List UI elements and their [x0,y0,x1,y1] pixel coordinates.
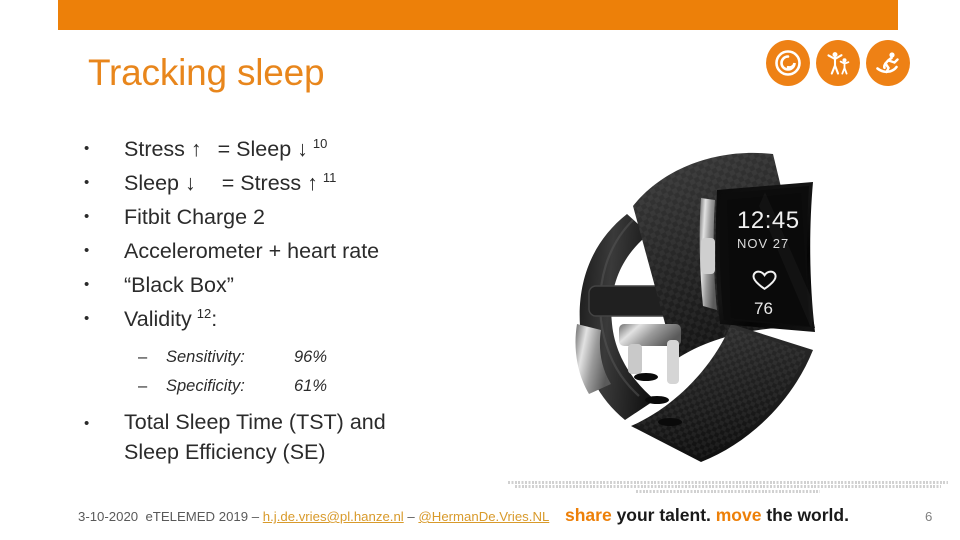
specificity-label: Specificity: [166,377,245,395]
sensitivity-value: 96% [294,348,328,366]
swirl-logo-icon [766,40,810,86]
list-item: • Fitbit Charge 2 [84,200,504,234]
bullet-marker: • [84,242,90,259]
two-figures-logo-icon [816,40,860,86]
footer-meta: 3-10-2020 eTELEMED 2019 – h.j.de.vries@p… [78,509,549,524]
footnote-ref: 12 [196,305,212,321]
footnote-ref: 10 [312,135,328,151]
bullet-text-validity: Validity 12: [124,302,504,336]
fitbit-charge-2-photo: 12:45 NOV 27 76 [515,128,945,473]
bullet-marker: • [84,174,90,191]
bullet-list: • Stress ↑ = Sleep ↓ 10 • Sleep ↓ = Stress … [84,132,504,467]
list-item: • Validity 12: [84,302,504,336]
header-orange-bar [58,0,898,30]
bullet-marker: • [84,140,90,157]
footer-email-link[interactable]: h.j.de.vries@pl.hanze.nl [263,509,404,524]
list-item: • Total Sleep Time (TST) and Sleep Effic… [84,407,504,467]
bullet-text-black-box: “Black Box” [124,273,234,297]
bullet-pre: Sleep ↓ [124,171,196,195]
list-item: – Specificity: 61% [84,372,504,401]
bullet-post: = Stress ↑ [221,171,318,195]
bullet-pre: Stress ↑ [124,137,202,161]
sub-bullet-marker: – [138,377,148,395]
bullet-colon: : [211,307,218,331]
footer-separator-2: – [407,509,415,524]
sub-bullet-list: – Sensitivity: 96% – Specificity: 61% [84,343,504,401]
list-item: • Sleep ↓ = Stress ↑ 11 [84,166,504,200]
sensitivity-label: Sensitivity: [166,348,245,366]
bullet-marker: • [84,310,90,327]
specificity-value: 61% [294,377,328,395]
bullet-marker: • [84,276,90,293]
microtext-line [508,480,948,484]
list-item: • Stress ↑ = Sleep ↓ 10 [84,132,504,166]
footer-event: eTELEMED 2019 [145,509,249,524]
bullet-text-fitbit: Fitbit Charge 2 [124,205,266,229]
bullet-marker: • [84,415,90,432]
bullet-text-accelerometer: Accelerometer + heart rate [124,239,380,263]
footer-date: 3-10-2020 [78,509,139,524]
tagline-share: share [565,505,612,525]
slide-footer: 3-10-2020 eTELEMED 2019 – h.j.de.vries@p… [0,504,960,540]
tagline-the-world: the world. [761,505,849,525]
device-time: 12:45 [737,207,800,234]
page-number: 6 [925,509,933,524]
footer-tagline: share your talent. move the world. [565,505,849,526]
list-item: – Sensitivity: 96% [84,343,504,372]
list-item: • Accelerometer + heart rate [84,234,504,268]
tst-line-1: Total Sleep Time (TST) and [124,410,386,434]
tst-line-2: Sleep Efficiency (SE) [124,440,326,464]
list-item: • “Black Box” [84,268,504,302]
bullet-marker: • [84,208,90,225]
bullet-pre: Validity [124,307,192,331]
tagline-your-talent: your talent. [611,505,716,525]
footer-handle-link[interactable]: @HermanDe.Vries.NL [418,509,549,524]
page-title: Tracking sleep [88,52,325,93]
footer-separator-1: – [251,509,260,524]
microtext-line [514,485,942,488]
device-heart-rate: 76 [754,299,773,318]
bullet-text-stress-up: Stress ↑ = Sleep ↓ 10 [124,132,504,166]
bullet-post: = Sleep ↓ [217,137,308,161]
logo-cluster [766,40,910,86]
sub-bullet-marker: – [138,348,148,366]
image-attribution-microtext [508,479,948,494]
footnote-ref: 11 [322,169,337,185]
bullet-text-sleep-down: Sleep ↓ = Stress ↑ 11 [124,166,504,200]
device-date: NOV 27 [737,236,789,251]
tagline-move: move [715,505,762,525]
bullet-text-tst-se: Total Sleep Time (TST) and Sleep Efficie… [124,407,454,467]
microtext-line [635,489,821,493]
running-figure-logo-icon [866,40,910,86]
